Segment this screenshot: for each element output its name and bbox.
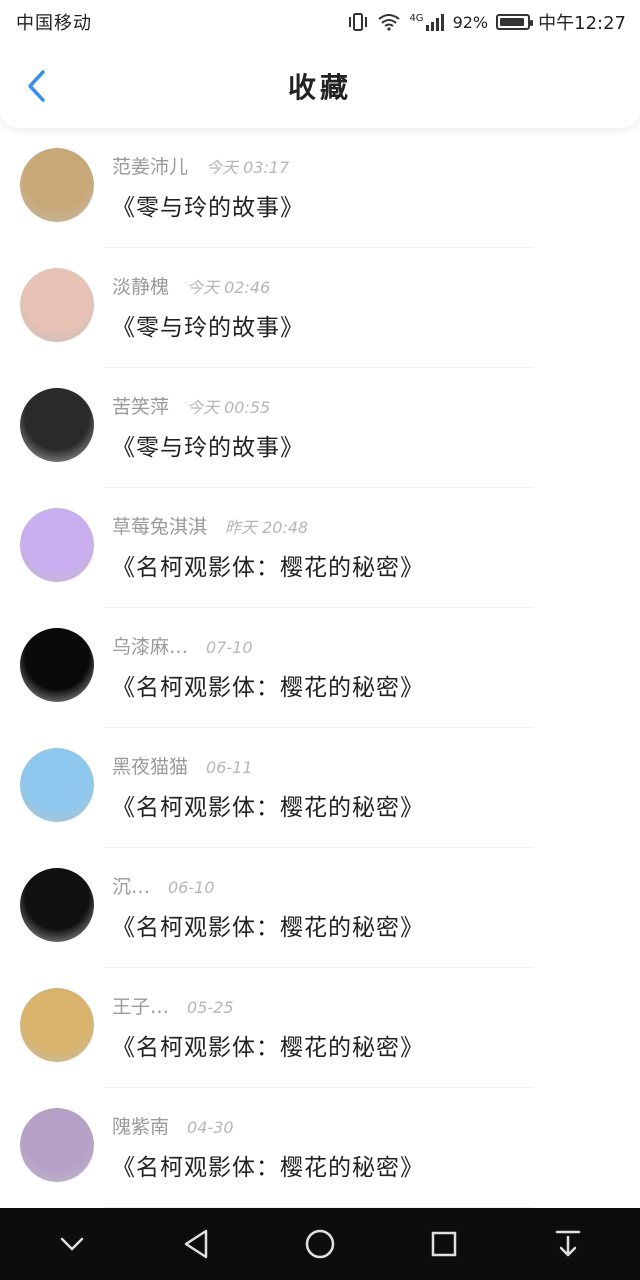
nav-notification-button[interactable]	[538, 1214, 598, 1274]
story-title[interactable]: 《零与玲的故事》	[112, 308, 304, 342]
story-title[interactable]: 《名柯观影体：樱花的秘密》	[112, 1148, 424, 1182]
favorite-time: 07-10	[206, 638, 253, 657]
user-name[interactable]: 淡静槐	[112, 272, 169, 299]
favorite-item[interactable]: 王子… 05-25 《名柯观影体：樱花的秘密》	[0, 968, 640, 1088]
favorites-list: 范姜沛儿 今天 03:17 《零与玲的故事》 淡静槐 今天 02:46 《零与玲的故事》苦…	[0, 128, 640, 1208]
story-title[interactable]: 《名柯观影体：樱花的秘密》	[112, 908, 424, 942]
user-avatar[interactable]	[20, 1108, 94, 1182]
favorite-time: 今天 02:46	[187, 278, 271, 297]
home-circle-icon	[305, 1229, 335, 1259]
favorite-time: 今天 00:55	[187, 398, 271, 417]
user-name[interactable]: 范姜沛儿	[112, 152, 188, 179]
page-title: 收藏	[287, 71, 352, 104]
collapse-chevron-icon	[60, 1237, 84, 1251]
favorite-item[interactable]: 范姜沛儿 今天 03:17 《零与玲的故事》	[0, 128, 640, 248]
favorite-item[interactable]: 沉… 06-10 《名柯观影体：樱花的秘密》	[0, 848, 640, 968]
story-title[interactable]: 《零与玲的故事》	[112, 428, 304, 462]
meta-line: 沉… 06-10	[112, 872, 424, 902]
favorite-time: 昨天 20:48	[225, 518, 309, 537]
favorite-item[interactable]: 淡静槐 今天 02:46 《零与玲的故事》	[0, 248, 640, 368]
favorite-item[interactable]: 隗紫南 04-30 《名柯观影体：樱花的秘密》	[0, 1088, 640, 1208]
user-avatar[interactable]	[20, 628, 94, 702]
nav-back-button[interactable]	[166, 1214, 226, 1274]
favorite-text: 黑夜猫猫 06-11 《名柯观影体：樱花的秘密》	[112, 752, 424, 822]
favorite-text: 淡静槐 今天 02:46 《零与玲的故事》	[112, 272, 304, 342]
status-bar: 中国移动 4G 92% 中午12:27	[0, 0, 640, 44]
header-bar: 收藏	[0, 44, 640, 128]
favorite-time: 05-25	[187, 998, 234, 1017]
user-avatar[interactable]	[20, 868, 94, 942]
favorite-text: 沉… 06-10 《名柯观影体：樱花的秘密》	[112, 872, 424, 942]
nav-recents-button[interactable]	[414, 1214, 474, 1274]
nav-home-button[interactable]	[290, 1214, 350, 1274]
favorite-text: 王子… 05-25 《名柯观影体：樱花的秘密》	[112, 992, 424, 1062]
meta-line: 乌漆麻… 07-10	[112, 632, 424, 662]
user-avatar[interactable]	[20, 748, 94, 822]
favorite-time: 06-10	[168, 878, 215, 897]
favorite-item[interactable]: 苦笑萍 今天 00:55 《零与玲的故事》	[0, 368, 640, 488]
favorite-time: 06-11	[206, 758, 253, 777]
clock: 中午12:27	[538, 13, 626, 34]
favorite-time: 04-30	[187, 1118, 234, 1137]
favorite-text: 隗紫南 04-30 《名柯观影体：樱花的秘密》	[112, 1112, 424, 1182]
favorite-item[interactable]: 乌漆麻… 07-10 《名柯观影体：樱花的秘密》	[0, 608, 640, 728]
user-avatar[interactable]	[20, 148, 94, 222]
back-button[interactable]	[16, 66, 56, 106]
battery-icon	[496, 14, 534, 30]
network-type-label: 4G	[409, 13, 424, 24]
favorite-text: 苦笑萍 今天 00:55 《零与玲的故事》	[112, 392, 304, 462]
story-title[interactable]: 《名柯观影体：樱花的秘密》	[112, 668, 424, 702]
favorite-item[interactable]: 黑夜猫猫 06-11 《名柯观影体：樱花的秘密》	[0, 728, 640, 848]
meta-line: 苦笑萍 今天 00:55	[112, 392, 304, 422]
battery-percent: 92%	[452, 12, 489, 32]
user-name[interactable]: 乌漆麻…	[112, 632, 188, 659]
meta-line: 黑夜猫猫 06-11	[112, 752, 424, 782]
meta-line: 草莓兔淇淇 昨天 20:48	[112, 512, 424, 542]
back-triangle-icon	[184, 1229, 208, 1259]
wifi-icon	[377, 13, 401, 31]
carrier-label: 中国移动	[16, 13, 92, 34]
favorite-item[interactable]: 草莓兔淇淇 昨天 20:48 《名柯观影体：樱花的秘密》	[0, 488, 640, 608]
meta-line: 王子… 05-25	[112, 992, 424, 1022]
user-name[interactable]: 隗紫南	[112, 1112, 169, 1139]
battery-level-fill	[500, 18, 525, 26]
story-title[interactable]: 《名柯观影体：樱花的秘密》	[112, 548, 424, 582]
story-title[interactable]: 《名柯观影体：樱花的秘密》	[112, 788, 424, 822]
user-name[interactable]: 黑夜猫猫	[112, 752, 188, 779]
status-indicators: 4G 92% 中午12:27	[347, 9, 626, 35]
notification-pull-icon	[555, 1230, 581, 1257]
recents-square-icon	[431, 1231, 457, 1257]
user-name[interactable]: 王子…	[112, 992, 169, 1019]
meta-line: 淡静槐 今天 02:46	[112, 272, 304, 302]
meta-line: 范姜沛儿 今天 03:17	[112, 152, 304, 182]
user-name[interactable]: 草莓兔淇淇	[112, 512, 207, 539]
user-name[interactable]: 苦笑萍	[112, 392, 169, 419]
user-name[interactable]: 沉…	[112, 872, 150, 899]
user-avatar[interactable]	[20, 508, 94, 582]
meta-line: 隗紫南 04-30	[112, 1112, 424, 1142]
back-chevron-icon	[28, 70, 45, 102]
user-avatar[interactable]	[20, 388, 94, 462]
favorite-text: 草莓兔淇淇 昨天 20:48 《名柯观影体：樱花的秘密》	[112, 512, 424, 582]
favorite-time: 今天 03:17	[206, 158, 290, 177]
signal-icon: 4G	[409, 13, 444, 31]
system-nav-bar	[0, 1208, 640, 1280]
user-avatar[interactable]	[20, 988, 94, 1062]
story-title[interactable]: 《零与玲的故事》	[112, 188, 304, 222]
user-avatar[interactable]	[20, 268, 94, 342]
favorite-text: 范姜沛儿 今天 03:17 《零与玲的故事》	[112, 152, 304, 222]
favorite-text: 乌漆麻… 07-10 《名柯观影体：樱花的秘密》	[112, 632, 424, 702]
story-title[interactable]: 《名柯观影体：樱花的秘密》	[112, 1028, 424, 1062]
collapse-button[interactable]	[42, 1214, 102, 1274]
vibrate-icon	[347, 12, 369, 32]
